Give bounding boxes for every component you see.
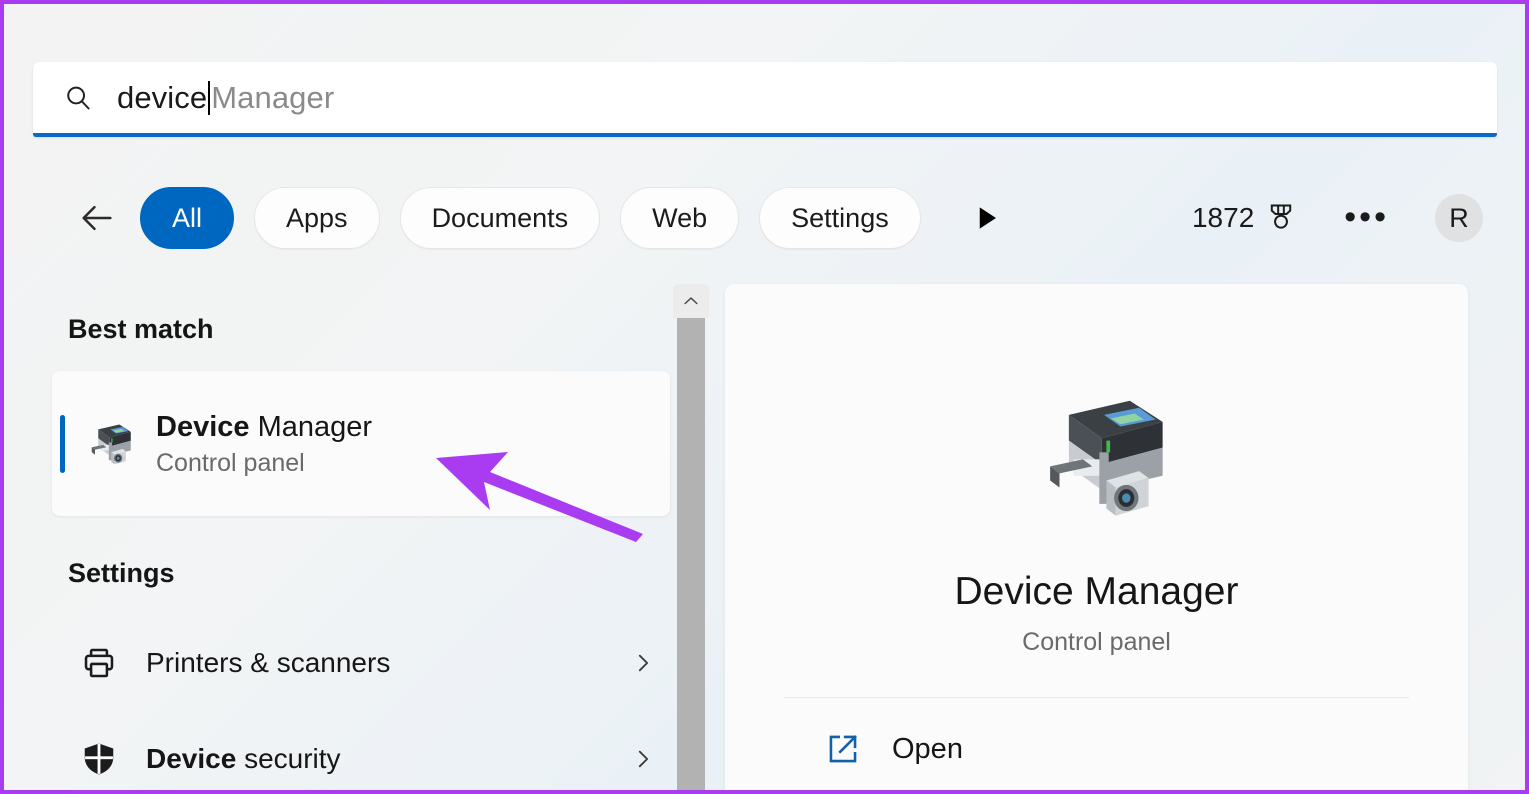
label-rest-part: Printers & scanners — [146, 647, 391, 678]
search-suggestion-text: Manager — [211, 80, 335, 115]
scrollbar-track[interactable] — [673, 318, 709, 790]
windows-search-flyout: device Manager All Apps Documents Web Se… — [0, 0, 1529, 794]
list-item-label: Printers & scanners — [146, 647, 390, 679]
device-manager-icon — [1049, 400, 1163, 516]
best-match-result-device-manager[interactable]: Device Manager Control panel — [52, 371, 670, 516]
play-arrow-icon — [979, 207, 996, 229]
label-match-part: Device — [146, 743, 237, 774]
divider — [784, 697, 1409, 698]
more-options-button[interactable]: ••• — [1344, 200, 1389, 234]
best-match-subtitle: Control panel — [156, 449, 305, 478]
text-cursor — [208, 80, 211, 115]
preview-title: Device Manager — [954, 570, 1239, 613]
preview-subtitle: Control panel — [1022, 628, 1171, 656]
medal-icon — [1271, 204, 1292, 229]
filter-tabbar: All Apps Documents Web Settings 1872 •••… — [4, 174, 1525, 262]
label-rest-part: security — [236, 743, 341, 774]
best-match-title: Device Manager — [156, 409, 372, 445]
results-scrollbar[interactable] — [673, 284, 709, 790]
device-manager-icon — [91, 424, 131, 464]
tabbar-right-group: 1872 ••• R — [1192, 194, 1525, 242]
tab-apps[interactable]: Apps — [254, 187, 380, 249]
search-box[interactable]: device Manager — [33, 62, 1497, 137]
settings-heading: Settings — [68, 558, 175, 588]
tabbar-scroll-forward-button[interactable] — [965, 197, 1007, 239]
results-column: Best match Device Manager Control panel … — [4, 274, 670, 790]
user-avatar[interactable]: R — [1435, 194, 1483, 242]
printer-icon — [84, 648, 114, 678]
search-typed-text: device — [117, 80, 208, 115]
search-input[interactable]: device Manager — [117, 80, 335, 115]
best-match-heading: Best match — [68, 314, 214, 344]
tab-web[interactable]: Web — [620, 187, 740, 249]
chevron-up-icon — [684, 297, 698, 305]
scrollbar-up-button[interactable] — [673, 284, 709, 318]
tab-settings[interactable]: Settings — [759, 187, 921, 249]
open-action-button[interactable]: Open — [784, 732, 1409, 766]
list-item-label: Device security — [146, 743, 341, 775]
arrow-left-icon — [82, 205, 112, 231]
list-item-printers-and-scanners[interactable]: Printers & scanners — [80, 615, 680, 711]
preview-pane: Device Manager Control panel Open — [725, 284, 1468, 790]
best-match-title-rest: Manager — [249, 410, 373, 443]
tab-all[interactable]: All — [140, 187, 235, 249]
scrollbar-thumb[interactable] — [677, 318, 705, 790]
tab-documents[interactable]: Documents — [399, 187, 601, 249]
best-match-text-group: Device Manager Control panel — [156, 409, 372, 478]
selection-indicator — [60, 414, 65, 473]
open-action-label: Open — [892, 732, 963, 765]
search-icon — [67, 86, 90, 109]
list-item-device-security[interactable]: Device security — [80, 711, 680, 790]
back-button[interactable] — [74, 195, 120, 241]
chevron-right-icon — [638, 654, 649, 672]
chevron-right-icon — [638, 750, 649, 768]
shield-icon — [84, 743, 114, 775]
rewards-count: 1872 — [1191, 202, 1255, 233]
open-external-icon — [829, 735, 857, 763]
rewards-points[interactable]: 1872 — [1192, 201, 1298, 235]
best-match-title-match: Device — [156, 410, 250, 443]
